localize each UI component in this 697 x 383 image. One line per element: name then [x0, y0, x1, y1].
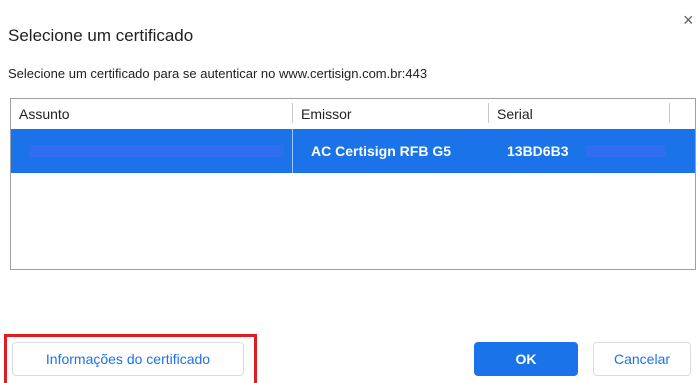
table-header: Assunto Emissor Serial	[11, 99, 695, 129]
redacted-subject	[29, 145, 284, 157]
serial-cell: 13BD6B3	[507, 143, 569, 159]
certificate-dialog: × Selecione um certificado Selecione um …	[0, 0, 697, 383]
cell-divider	[292, 129, 293, 173]
table-row[interactable]: AC Certisign RFB G5 13BD6B3	[11, 129, 695, 173]
subject-cell	[11, 129, 292, 173]
column-header-issuer[interactable]: Emissor	[293, 99, 488, 129]
close-icon[interactable]: ×	[683, 10, 697, 30]
certificate-info-button[interactable]: Informações do certificado	[12, 342, 244, 376]
redacted-serial	[586, 145, 666, 157]
cancel-button[interactable]: Cancelar	[593, 342, 691, 376]
ok-button[interactable]: OK	[474, 342, 578, 376]
certificate-table: Assunto Emissor Serial AC Certisign RFB …	[10, 98, 696, 270]
issuer-cell: AC Certisign RFB G5	[311, 143, 452, 159]
column-header-subject[interactable]: Assunto	[11, 99, 292, 129]
dialog-subtitle: Selecione um certificado para se autenti…	[8, 66, 428, 81]
column-divider[interactable]	[669, 103, 670, 123]
column-header-serial[interactable]: Serial	[489, 99, 669, 129]
dialog-title: Selecione um certificado	[8, 26, 194, 45]
